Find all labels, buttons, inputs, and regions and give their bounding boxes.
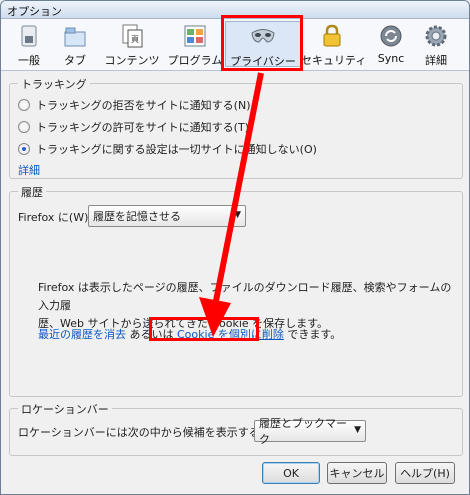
help-button[interactable]: ヘルプ(H) [395, 462, 455, 484]
location-bar-suggest-select[interactable]: 履歴とブックマーク ▼ [254, 417, 366, 446]
radio-button[interactable] [18, 99, 30, 111]
tracking-option-label: トラッキングの拒否をサイトに通知する(N) [36, 99, 251, 112]
history-mode-label: Firefox に(W) [18, 211, 89, 224]
applications-icon [184, 25, 206, 47]
cookie-link-annotation-box [149, 317, 259, 341]
sync-icon [380, 25, 402, 47]
tab-content[interactable]: 頁 コンテンツ [101, 21, 163, 67]
history-suffix-text: できます。 [287, 328, 342, 341]
tracking-learn-more-link[interactable]: 詳細 [18, 162, 40, 178]
privacy-tab-annotation-box [221, 15, 303, 71]
security-lock-icon [323, 24, 341, 47]
dropdown-arrow-icon: ▼ [234, 210, 241, 220]
location-bar-label: ロケーションバーには次の中から候補を表示する(U): [18, 426, 281, 439]
history-description-line: Firefox は表示したページの履歴、ファイルのダウンロード履歴、検索やフォー… [38, 281, 452, 312]
location-bar-suggest-value: 履歴とブックマーク [259, 417, 347, 446]
history-legend: 履歴 [18, 184, 46, 200]
tabs-icon [64, 27, 86, 47]
svg-text:頁: 頁 [131, 35, 139, 44]
radio-button-selected[interactable] [18, 143, 30, 155]
tracking-option-allow-tracking[interactable]: トラッキングの許可をサイトに通知する(T) [18, 120, 249, 134]
tab-applications-label: プログラム [167, 54, 223, 67]
clear-recent-history-link[interactable]: 最近の履歴を消去 [38, 328, 126, 341]
tab-applications[interactable]: プログラム [167, 21, 223, 67]
history-mode-value: 履歴を記憶させる [93, 210, 181, 223]
content-page-icon: 頁 [122, 24, 143, 48]
privacy-pane: トラッキング トラッキングの拒否をサイトに通知する(N) トラッキングの許可をサ… [1, 72, 469, 494]
tab-sync-label: Sync [377, 52, 405, 65]
tab-advanced[interactable]: 詳細 [415, 21, 457, 67]
tab-tabs[interactable]: タブ [53, 21, 97, 67]
tracking-legend: トラッキング [18, 76, 90, 92]
tracking-option-label: トラッキングに関する設定は一切サイトに通知しない(O) [36, 143, 317, 156]
tab-security[interactable]: セキュリティ [301, 21, 367, 67]
cancel-button[interactable]: キャンセル [327, 462, 387, 484]
tab-general-label: 一般 [18, 54, 40, 67]
tracking-option-label: トラッキングの許可をサイトに通知する(T) [36, 121, 249, 134]
tracking-option-no-preference[interactable]: トラッキングに関する設定は一切サイトに通知しない(O) [18, 142, 317, 156]
tab-security-label: セキュリティ [301, 54, 367, 67]
options-window: オプション 一般 タブ 頁 コンテンツ プログラム プライバシー セキュリティ … [0, 0, 470, 495]
window-title: オプション [7, 5, 62, 18]
ok-button[interactable]: OK [262, 462, 320, 484]
location-bar-legend: ロケーションバー [18, 401, 112, 417]
tracking-group: トラッキング トラッキングの拒否をサイトに通知する(N) トラッキングの許可をサ… [9, 76, 463, 179]
dropdown-arrow-icon: ▼ [354, 425, 361, 435]
advanced-gear-icon [425, 25, 447, 47]
radio-button[interactable] [18, 121, 30, 133]
general-switch-icon [21, 25, 37, 47]
history-mode-select[interactable]: 履歴を記憶させる ▼ [88, 205, 246, 227]
tab-sync[interactable]: Sync [369, 21, 413, 67]
tab-tabs-label: タブ [64, 54, 86, 67]
tab-general[interactable]: 一般 [9, 21, 49, 67]
tracking-option-do-not-track[interactable]: トラッキングの拒否をサイトに通知する(N) [18, 98, 250, 112]
tab-advanced-label: 詳細 [425, 54, 447, 67]
tab-content-label: コンテンツ [104, 54, 160, 67]
location-bar-group: ロケーションバー ロケーションバーには次の中から候補を表示する(U): 履歴とブ… [9, 401, 463, 456]
history-group: 履歴 Firefox に(W) 履歴を記憶させる ▼ Firefox は表示した… [9, 184, 463, 397]
